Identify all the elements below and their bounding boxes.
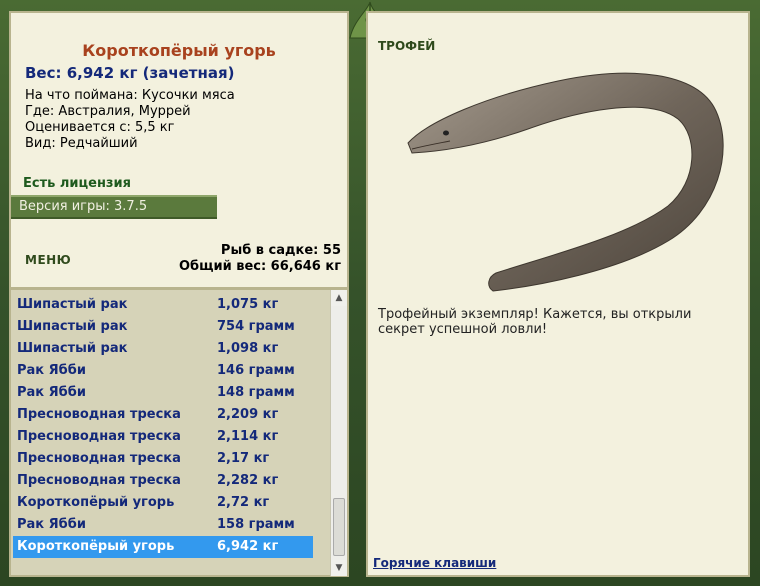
fish-bait: На что поймана: Кусочки мяса xyxy=(25,88,235,103)
keepnet-stats: Рыб в садке: 55 Общий вес: 66,646 кг xyxy=(179,243,341,275)
catch-name: Рак Ябби xyxy=(17,517,86,532)
scroll-thumb[interactable] xyxy=(333,498,345,556)
catch-name: Шипастый рак xyxy=(17,297,128,312)
fish-count: Рыб в садке: 55 xyxy=(220,243,341,258)
catch-weight: 2,17 кг xyxy=(217,451,270,466)
scroll-up-icon[interactable]: ▲ xyxy=(331,290,347,306)
catch-weight: 6,942 кг xyxy=(217,539,279,554)
list-item[interactable]: Рак Ябби 146 грамм xyxy=(13,360,313,382)
list-item[interactable]: Пресноводная треска 2,282 кг xyxy=(13,470,313,492)
total-weight: Общий вес: 66,646 кг xyxy=(178,259,341,274)
version-bar: Версия игры: 3.7.5 xyxy=(11,195,217,219)
catch-weight: 754 грамм xyxy=(217,319,295,334)
catch-list: Шипастый рак 1,075 кг Шипастый рак 754 грам… xyxy=(11,290,331,576)
catch-name: Пресноводная треска xyxy=(17,451,181,466)
catch-weight: 146 грамм xyxy=(217,363,295,378)
catch-weight: 148 грамм xyxy=(217,385,295,400)
catch-weight: 2,209 кг xyxy=(217,407,279,422)
trophy-panel: ТРОФЕЙ Трофейный экземпляр! Кажется, вы … xyxy=(366,11,750,577)
eel-image xyxy=(407,72,724,292)
list-item[interactable]: Шипастый рак 1,098 кг xyxy=(13,338,313,360)
list-item[interactable]: Короткопёрый угорь 2,72 кг xyxy=(13,492,313,514)
fish-location: Где: Австралия, Муррей xyxy=(25,104,191,119)
catch-name: Короткопёрый угорь xyxy=(17,495,175,510)
fish-title: Короткопёрый угорь xyxy=(82,41,276,60)
catch-name: Рак Ябби xyxy=(17,363,86,378)
fish-info-panel: Короткопёрый угорь Вес: 6,942 кг (зачетн… xyxy=(9,11,349,289)
list-item[interactable]: Пресноводная треска 2,114 кг xyxy=(13,426,313,448)
catch-weight: 1,075 кг xyxy=(217,297,279,312)
catch-weight: 1,098 кг xyxy=(217,341,279,356)
list-scrollbar[interactable]: ▲ ▼ xyxy=(330,290,347,576)
menu-button[interactable]: МЕНЮ xyxy=(25,253,71,267)
catch-list-panel: Шипастый рак 1,075 кг Шипастый рак 754 грам… xyxy=(9,289,349,577)
list-item[interactable]: Пресноводная треска 2,209 кг xyxy=(13,404,313,426)
license-status: Есть лицензия xyxy=(23,176,131,191)
list-item[interactable]: Короткопёрый угорь 6,942 кг xyxy=(13,536,313,558)
list-item[interactable]: Пресноводная треска 2,17 кг xyxy=(13,448,313,470)
catch-name: Шипастый рак xyxy=(17,319,128,334)
list-item[interactable]: Рак Ябби 158 грамм xyxy=(13,514,313,536)
list-item[interactable]: Шипастый рак 754 грамм xyxy=(13,316,313,338)
catch-name: Короткопёрый угорь xyxy=(17,539,175,554)
catch-name: Пресноводная треска xyxy=(17,407,181,422)
fish-valued: Оценивается с: 5,5 кг xyxy=(25,120,175,135)
catch-weight: 158 грамм xyxy=(217,517,295,532)
hotkeys-link[interactable]: Горячие клавиши xyxy=(373,556,496,570)
catch-name: Пресноводная треска xyxy=(17,473,181,488)
list-item[interactable]: Рак Ябби 148 грамм xyxy=(13,382,313,404)
catch-name: Пресноводная треска xyxy=(17,429,181,444)
fish-rarity: Вид: Редчайший xyxy=(25,136,138,151)
catch-weight: 2,72 кг xyxy=(217,495,270,510)
catch-name: Рак Ябби xyxy=(17,385,86,400)
catch-weight: 2,114 кг xyxy=(217,429,279,444)
scroll-down-icon[interactable]: ▼ xyxy=(331,560,347,576)
fish-weight: Вес: 6,942 кг (зачетная) xyxy=(25,64,235,82)
list-item[interactable]: Шипастый рак 1,075 кг xyxy=(13,294,313,316)
catch-name: Шипастый рак xyxy=(17,341,128,356)
catch-weight: 2,282 кг xyxy=(217,473,279,488)
trophy-message: Трофейный экземпляр! Кажется, вы открыли… xyxy=(378,307,692,337)
